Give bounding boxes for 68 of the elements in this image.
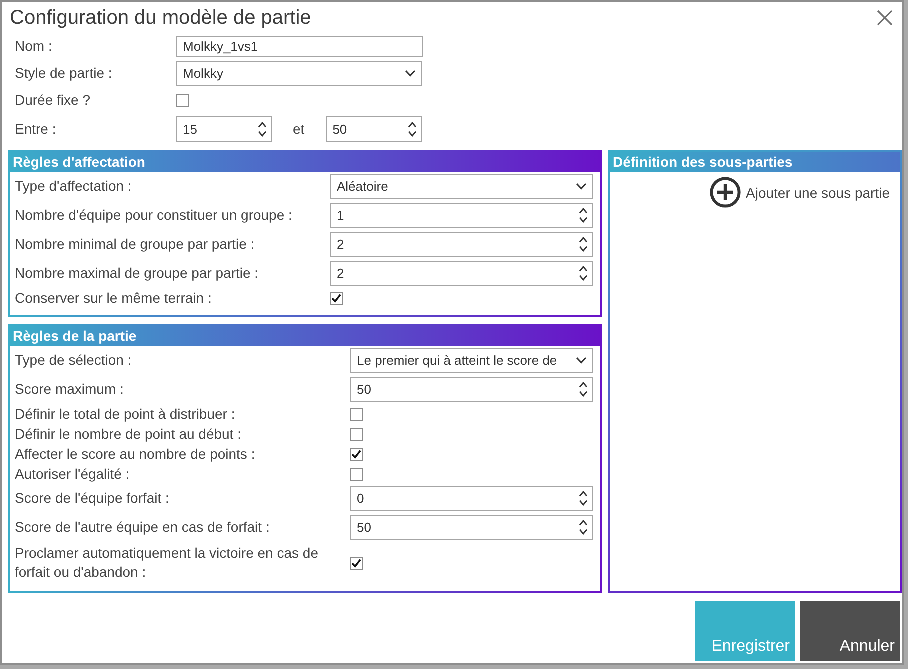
number-field[interactable]: 0	[350, 486, 593, 511]
dropdown[interactable]: Aléatoire	[330, 174, 593, 199]
checkmark-icon	[351, 558, 362, 568]
field-label: Durée fixe ?	[15, 90, 92, 110]
chevron-up-icon[interactable]	[579, 266, 588, 272]
chevron-up-icon[interactable]	[579, 491, 588, 497]
field-label: Entre :	[15, 120, 58, 138]
checkbox[interactable]	[350, 428, 363, 440]
number-field[interactable]: 50	[350, 377, 593, 402]
chevron-up-icon[interactable]	[408, 122, 417, 128]
checkbox[interactable]	[176, 94, 189, 106]
chevron-up-icon[interactable]	[258, 122, 267, 128]
chevron-down-icon[interactable]	[579, 217, 588, 223]
close-icon[interactable]	[877, 10, 893, 26]
dialog-title: Configuration du modèle de partie	[10, 6, 312, 30]
section-header: Définition des sous-parties	[610, 152, 900, 172]
number-field[interactable]: 50	[350, 515, 593, 540]
field-label: Nombre maximal de groupe par partie :	[15, 264, 260, 283]
number-field[interactable]: 15	[176, 116, 272, 142]
field-label: Style de partie :	[15, 64, 114, 83]
chevron-down-icon[interactable]	[579, 246, 588, 252]
number-field[interactable]: 2	[330, 232, 593, 257]
field-label: Conserver sur le même terrain :	[15, 288, 213, 308]
section-header: Règles de la partie	[10, 326, 600, 346]
field-label: Nom :	[15, 36, 54, 56]
chevron-down-icon[interactable]	[579, 500, 588, 506]
chevron-up-icon[interactable]	[579, 520, 588, 526]
number-field[interactable]: 1	[330, 203, 593, 228]
number-field[interactable]: 2	[330, 261, 593, 286]
chevron-up-icon[interactable]	[579, 237, 588, 243]
field-label: Définir le total de point à distribuer :	[15, 404, 236, 424]
caret-icon[interactable]	[576, 357, 587, 364]
field-label: Autoriser l'égalité :	[15, 464, 131, 484]
field-label: Nombre minimal de groupe par partie :	[15, 235, 256, 254]
caret-icon[interactable]	[576, 183, 587, 190]
add-subpart-button[interactable]: Ajouter une sous partie	[710, 177, 890, 208]
field-label: Proclamer automatiquement la victoire en cas de forfait ou d'abandon :	[15, 544, 320, 582]
field-label: Score de l'autre équipe en cas de forfait :	[15, 518, 271, 537]
text-field[interactable]: Molkky_1vs1	[176, 36, 423, 56]
checkbox[interactable]	[350, 468, 363, 480]
checkbox[interactable]	[330, 292, 343, 304]
separator-label: et	[293, 121, 305, 137]
field-label: Nombre d'équipe pour constituer un groupe :	[15, 206, 294, 225]
field-label: Score de l'équipe forfait :	[15, 489, 170, 508]
section-header: Règles d'affectation	[10, 152, 600, 172]
caret-icon[interactable]	[405, 70, 416, 77]
checkbox[interactable]	[350, 408, 363, 420]
field-label: Affecter le score au nombre de points :	[15, 444, 256, 464]
chevron-down-icon[interactable]	[408, 130, 417, 136]
plus-circle-icon	[710, 177, 742, 208]
chevron-up-icon[interactable]	[579, 208, 588, 214]
cancel-button[interactable]: Annuler	[800, 601, 900, 661]
field-label: Score maximum :	[15, 380, 125, 399]
checkmark-icon	[351, 448, 362, 460]
checkmark-icon	[331, 292, 342, 304]
chevron-down-icon[interactable]	[579, 391, 588, 397]
field-label: Type de sélection :	[15, 351, 133, 370]
chevron-down-icon[interactable]	[579, 529, 588, 535]
dropdown[interactable]: Molkky	[176, 61, 422, 86]
checkbox[interactable]	[350, 448, 363, 460]
chevron-down-icon[interactable]	[258, 130, 267, 136]
chevron-down-icon[interactable]	[579, 275, 588, 281]
checkbox[interactable]	[350, 556, 363, 570]
field-label: Type d'affectation :	[15, 177, 133, 196]
number-field[interactable]: 50	[326, 116, 422, 142]
field-label: Définir le nombre de point au début :	[15, 424, 242, 444]
dropdown[interactable]: Le premier qui à atteint le score de	[350, 348, 593, 373]
chevron-up-icon[interactable]	[579, 382, 588, 388]
